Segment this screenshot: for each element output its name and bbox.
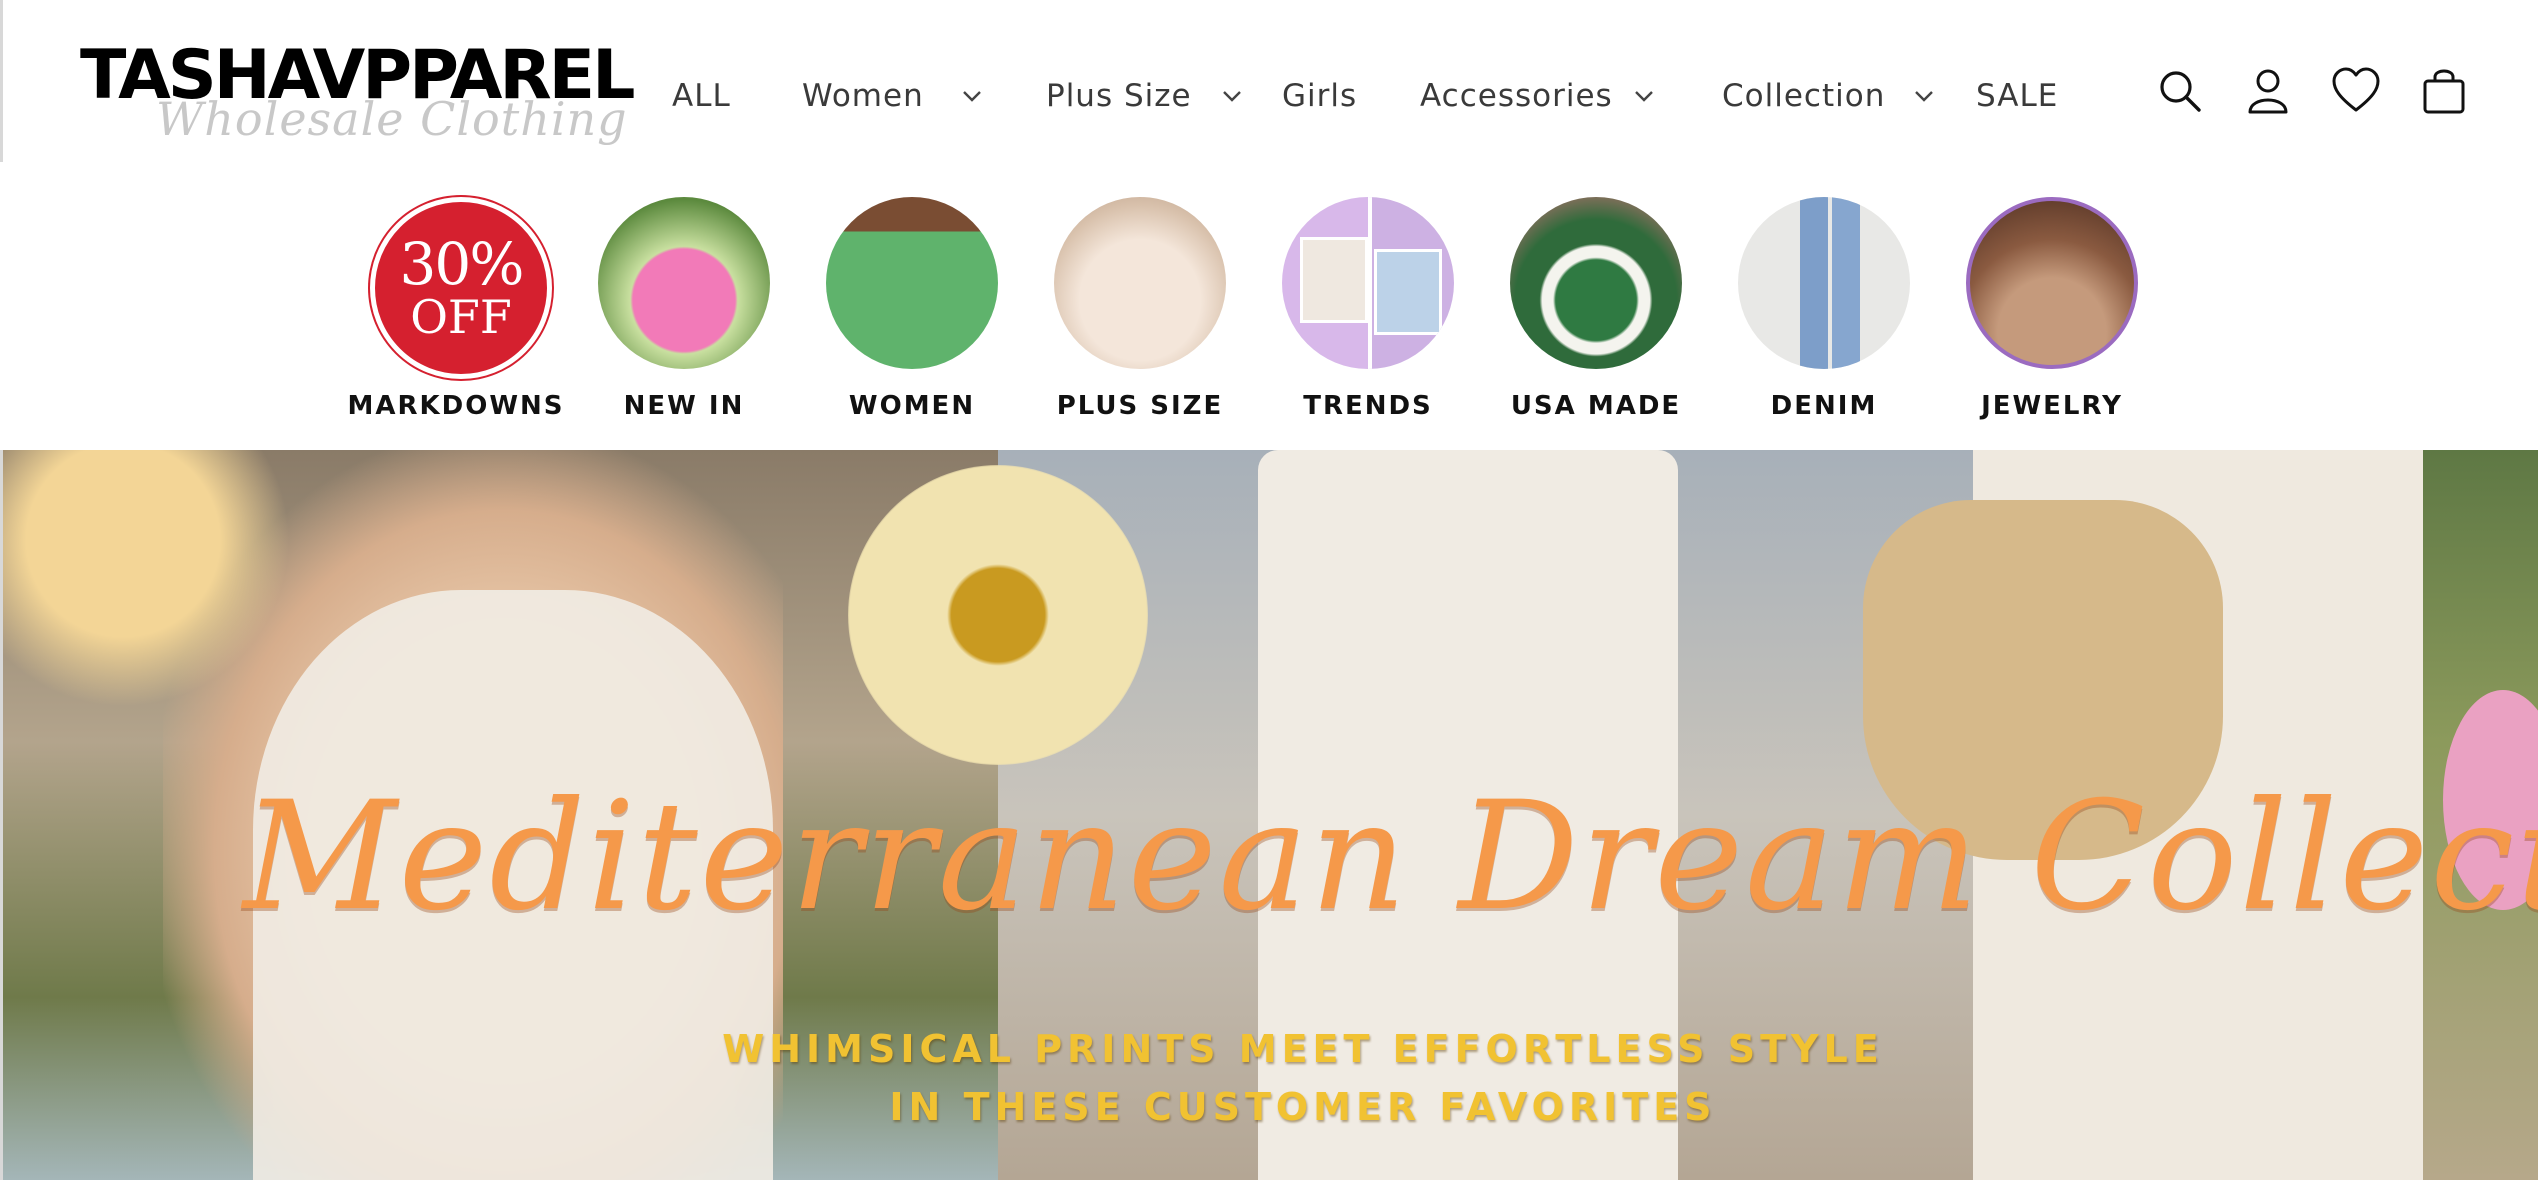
hero-subtitle-line1: WHIMSICAL PRINTS MEET EFFORTLESS STYLE bbox=[722, 1027, 1884, 1071]
nav-item-label: Collection bbox=[1722, 78, 1886, 114]
nav-item-label: SALE bbox=[1976, 78, 2059, 114]
category-strip: 30% OFF MARKDOWNS NEW IN WOMEN PLUS SIZE… bbox=[0, 162, 2538, 450]
category-denim[interactable]: DENIM bbox=[1708, 197, 1928, 437]
search-icon[interactable] bbox=[2155, 66, 2205, 122]
category-image bbox=[1966, 197, 2138, 369]
nav-item-girls[interactable]: Girls bbox=[1282, 70, 1357, 122]
category-label: WOMEN bbox=[848, 391, 976, 421]
category-label: TRENDS bbox=[1303, 391, 1433, 421]
nav-item-plus-size[interactable]: Plus Size bbox=[1046, 70, 1192, 122]
chevron-down-icon[interactable] bbox=[1912, 84, 1936, 108]
category-image bbox=[1282, 197, 1454, 369]
category-label: USA MADE bbox=[1510, 391, 1682, 421]
nav-item-label: Women bbox=[802, 78, 924, 114]
markdown-badge: 30% OFF bbox=[370, 197, 552, 379]
category-label: JEWELRY bbox=[1981, 391, 2123, 421]
badge-percent: 30% bbox=[399, 230, 525, 298]
nav-item-accessories[interactable]: Accessories bbox=[1420, 70, 1613, 122]
category-image bbox=[598, 197, 770, 369]
category-trends[interactable]: TRENDS bbox=[1252, 197, 1472, 437]
nav-item-all[interactable]: ALL bbox=[672, 70, 731, 122]
cart-icon[interactable] bbox=[2419, 66, 2469, 122]
wishlist-heart-icon[interactable] bbox=[2331, 66, 2381, 122]
category-women[interactable]: WOMEN bbox=[796, 197, 1016, 437]
category-label: PLUS SIZE bbox=[1056, 391, 1224, 421]
category-markdowns[interactable]: 30% OFF MARKDOWNS bbox=[340, 197, 563, 437]
chevron-down-icon[interactable] bbox=[1220, 84, 1244, 108]
nav-item-women[interactable]: Women bbox=[802, 70, 924, 122]
category-jewelry[interactable]: JEWELRY bbox=[1936, 197, 2156, 437]
hero-subtitle: WHIMSICAL PRINTS MEET EFFORTLESS STYLE I… bbox=[703, 1020, 1903, 1136]
category-label: DENIM bbox=[1770, 391, 1878, 421]
nav-item-label: Accessories bbox=[1420, 78, 1613, 114]
nav-item-collection[interactable]: Collection bbox=[1722, 70, 1885, 122]
hero-subtitle-line2: IN THESE CUSTOMER FAVORITES bbox=[889, 1085, 1717, 1129]
category-new-in[interactable]: NEW IN bbox=[568, 197, 788, 437]
nav-item-label: Girls bbox=[1282, 78, 1358, 114]
chevron-down-icon[interactable] bbox=[1632, 84, 1656, 108]
brand-logo[interactable]: TASHAVPPAREL Wholesale Clothing bbox=[80, 36, 635, 152]
category-image bbox=[1054, 197, 1226, 369]
chevron-down-icon[interactable] bbox=[960, 84, 984, 108]
category-image bbox=[1510, 197, 1682, 369]
nav-item-sale[interactable]: SALE bbox=[1976, 70, 2058, 122]
category-image bbox=[1738, 197, 1910, 369]
site-header: TASHAVPPAREL Wholesale Clothing ALL Wome… bbox=[0, 0, 2538, 1180]
account-icon[interactable] bbox=[2243, 66, 2293, 122]
category-image bbox=[826, 197, 998, 369]
hero-banner[interactable]: Mediterranean Dream Collection WHIMSICAL… bbox=[3, 450, 2538, 1180]
hero-title: Mediterranean Dream Collection bbox=[243, 770, 2538, 944]
nav-item-label: ALL bbox=[672, 78, 731, 114]
brand-tagline: Wholesale Clothing bbox=[156, 92, 628, 146]
nav-item-label: Plus Size bbox=[1046, 78, 1192, 114]
category-label: NEW IN bbox=[623, 391, 745, 421]
category-label: MARKDOWNS bbox=[347, 391, 565, 421]
category-plus-size[interactable]: PLUS SIZE bbox=[1024, 197, 1244, 437]
category-usa-made[interactable]: USA MADE bbox=[1480, 197, 1700, 437]
badge-off: OFF bbox=[410, 290, 512, 344]
